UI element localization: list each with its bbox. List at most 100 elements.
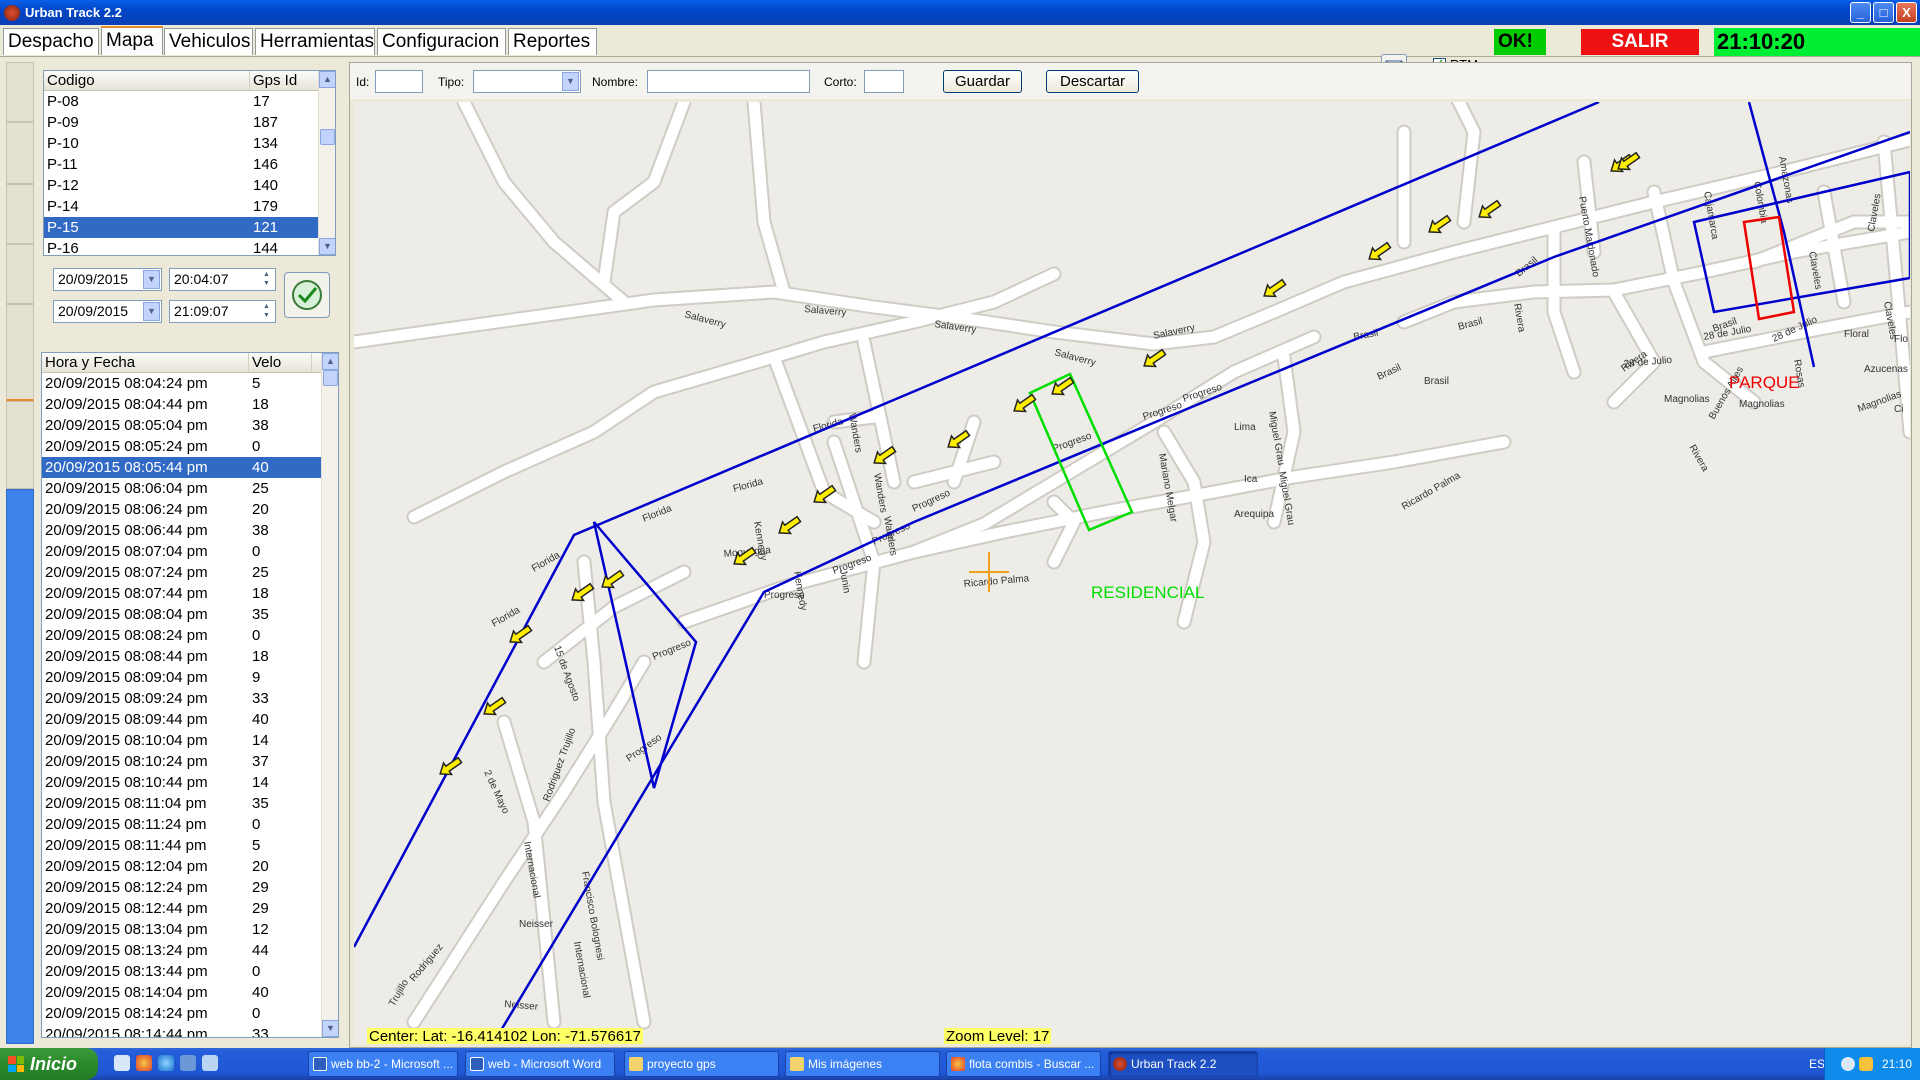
- vehicle-row[interactable]: P-12 140: [44, 175, 335, 196]
- scroll-thumb[interactable]: [323, 370, 338, 386]
- history-row[interactable]: 20/09/2015 08:07:04 pm 0: [42, 541, 338, 562]
- history-row[interactable]: 20/09/2015 08:09:04 pm 9: [42, 667, 338, 688]
- task-web-bb2[interactable]: web bb-2 - Microsoft ...: [308, 1051, 458, 1077]
- close-button[interactable]: X: [1896, 2, 1917, 23]
- column-header-velo[interactable]: Velo: [249, 353, 312, 372]
- scroll-up-arrow-icon[interactable]: ▲: [319, 71, 335, 88]
- history-row[interactable]: 20/09/2015 08:05:44 pm 40: [42, 457, 338, 478]
- maximize-button[interactable]: □: [1873, 2, 1894, 23]
- history-row[interactable]: 20/09/2015 08:11:04 pm 35: [42, 793, 338, 814]
- history-row[interactable]: 20/09/2015 08:10:24 pm 37: [42, 751, 338, 772]
- side-strip-segment[interactable]: [6, 401, 34, 489]
- side-strip-scroll[interactable]: [6, 489, 34, 1044]
- show-desktop-icon[interactable]: [114, 1055, 130, 1071]
- vehicle-row[interactable]: P-14 179: [44, 196, 335, 217]
- history-table-scrollbar[interactable]: ▲ ▼: [321, 353, 338, 1037]
- vehicle-row[interactable]: P-11 146: [44, 154, 335, 175]
- history-row[interactable]: 20/09/2015 08:09:44 pm 40: [42, 709, 338, 730]
- history-row[interactable]: 20/09/2015 08:10:04 pm 14: [42, 730, 338, 751]
- vehicle-arrow-icon[interactable]: [1365, 239, 1393, 264]
- tab-mapa[interactable]: Mapa: [101, 26, 163, 55]
- corto-input[interactable]: [864, 70, 904, 93]
- guardar-button[interactable]: Guardar: [943, 70, 1022, 93]
- media-icon[interactable]: [180, 1055, 196, 1071]
- history-row[interactable]: 20/09/2015 08:05:24 pm 0: [42, 436, 338, 457]
- query-history-button[interactable]: [284, 272, 330, 318]
- spinner-icon[interactable]: ▲ ▼: [259, 270, 274, 289]
- tab-despacho[interactable]: Despacho: [3, 28, 99, 55]
- scroll-down-arrow-icon[interactable]: ▼: [319, 238, 335, 255]
- history-row[interactable]: 20/09/2015 08:06:04 pm 25: [42, 478, 338, 499]
- history-row[interactable]: 20/09/2015 08:13:44 pm 0: [42, 961, 338, 982]
- vehicle-arrow-icon[interactable]: [1475, 197, 1503, 222]
- column-header-hora-fecha[interactable]: Hora y Fecha: [42, 353, 249, 372]
- end-time-picker[interactable]: 21:09:07 ▲ ▼: [169, 300, 276, 323]
- history-row[interactable]: 20/09/2015 08:14:44 pm 33: [42, 1024, 338, 1037]
- history-row[interactable]: 20/09/2015 08:05:04 pm 38: [42, 415, 338, 436]
- history-row[interactable]: 20/09/2015 08:08:24 pm 0: [42, 625, 338, 646]
- history-row[interactable]: 20/09/2015 08:09:24 pm 33: [42, 688, 338, 709]
- dropdown-arrow-icon[interactable]: ▼: [143, 302, 160, 321]
- history-row[interactable]: 20/09/2015 08:10:44 pm 14: [42, 772, 338, 793]
- internet-explorer-icon[interactable]: [158, 1055, 174, 1071]
- history-row[interactable]: 20/09/2015 08:07:24 pm 25: [42, 562, 338, 583]
- tray-arrow-icon[interactable]: [1841, 1057, 1855, 1071]
- task-proyecto-gps[interactable]: proyecto gps: [624, 1051, 779, 1077]
- nombre-input[interactable]: [647, 70, 810, 93]
- vehicle-arrow-icon[interactable]: [598, 567, 626, 592]
- vehicle-arrow-icon[interactable]: [775, 513, 803, 538]
- start-time-picker[interactable]: 20:04:07 ▲ ▼: [169, 268, 276, 291]
- salir-button[interactable]: SALIR: [1581, 29, 1699, 55]
- minimize-button[interactable]: _: [1850, 2, 1871, 23]
- vehicle-row[interactable]: P-16 144: [44, 238, 335, 255]
- tab-vehiculos[interactable]: Vehiculos: [164, 28, 253, 55]
- side-strip-segment[interactable]: [6, 122, 34, 184]
- scroll-up-arrow-icon[interactable]: ▲: [322, 353, 338, 370]
- side-strip-segment[interactable]: [6, 244, 34, 304]
- vehicle-row[interactable]: P-10 134: [44, 133, 335, 154]
- task-mis-imagenes[interactable]: Mis imágenes: [785, 1051, 940, 1077]
- chrome-icon[interactable]: [136, 1055, 152, 1071]
- tab-reportes[interactable]: Reportes: [508, 28, 597, 55]
- history-row[interactable]: 20/09/2015 08:13:04 pm 12: [42, 919, 338, 940]
- start-button[interactable]: Inicio: [0, 1048, 98, 1080]
- tab-herramientas[interactable]: Herramientas: [255, 28, 375, 55]
- task-flota-combis[interactable]: flota combis - Buscar ...: [946, 1051, 1101, 1077]
- history-row[interactable]: 20/09/2015 08:12:04 pm 20: [42, 856, 338, 877]
- language-indicator[interactable]: ES: [1809, 1057, 1825, 1071]
- history-row[interactable]: 20/09/2015 08:14:24 pm 0: [42, 1003, 338, 1024]
- vehicle-arrow-icon[interactable]: [1425, 212, 1453, 237]
- side-strip-segment[interactable]: [6, 304, 34, 401]
- side-strip-segment[interactable]: [6, 184, 34, 244]
- start-date-picker[interactable]: 20/09/2015 ▼: [53, 268, 162, 291]
- history-row[interactable]: 20/09/2015 08:11:44 pm 5: [42, 835, 338, 856]
- vehicle-arrow-icon[interactable]: [506, 622, 534, 647]
- history-row[interactable]: 20/09/2015 08:04:24 pm 5: [42, 373, 338, 394]
- spinner-icon[interactable]: ▲ ▼: [259, 302, 274, 321]
- history-row[interactable]: 20/09/2015 08:11:24 pm 0: [42, 814, 338, 835]
- column-header-codigo[interactable]: Codigo: [44, 71, 250, 90]
- map-svg[interactable]: Salaverry SalaverrySalaverrySalaverrySala…: [354, 102, 1910, 1044]
- tipo-select[interactable]: ▼: [473, 70, 581, 93]
- vehicle-row[interactable]: P-09 187: [44, 112, 335, 133]
- scroll-thumb[interactable]: [320, 129, 335, 145]
- side-strip-segment[interactable]: [6, 62, 34, 122]
- task-urban-track[interactable]: Urban Track 2.2: [1108, 1051, 1258, 1077]
- history-row[interactable]: 20/09/2015 08:14:04 pm 40: [42, 982, 338, 1003]
- history-row[interactable]: 20/09/2015 08:07:44 pm 18: [42, 583, 338, 604]
- tab-configuracion[interactable]: Configuracion: [377, 28, 506, 55]
- descartar-button[interactable]: Descartar: [1046, 70, 1139, 93]
- dropdown-arrow-icon[interactable]: ▼: [143, 270, 160, 289]
- network-icon[interactable]: [202, 1055, 218, 1071]
- history-row[interactable]: 20/09/2015 08:12:44 pm 29: [42, 898, 338, 919]
- column-header-gps-id[interactable]: Gps Id: [250, 71, 320, 90]
- history-row[interactable]: 20/09/2015 08:04:44 pm 18: [42, 394, 338, 415]
- history-row[interactable]: 20/09/2015 08:06:44 pm 38: [42, 520, 338, 541]
- map-canvas[interactable]: Salaverry Salaverry Salaverry Salaverry Sala…: [354, 102, 1910, 1044]
- vehicle-arrow-icon[interactable]: [1260, 276, 1288, 301]
- vehicle-row[interactable]: P-08 17: [44, 91, 335, 112]
- history-row[interactable]: 20/09/2015 08:08:44 pm 18: [42, 646, 338, 667]
- task-web-word[interactable]: web - Microsoft Word: [465, 1051, 615, 1077]
- dropdown-arrow-icon[interactable]: ▼: [562, 72, 579, 91]
- security-shield-icon[interactable]: [1859, 1057, 1873, 1071]
